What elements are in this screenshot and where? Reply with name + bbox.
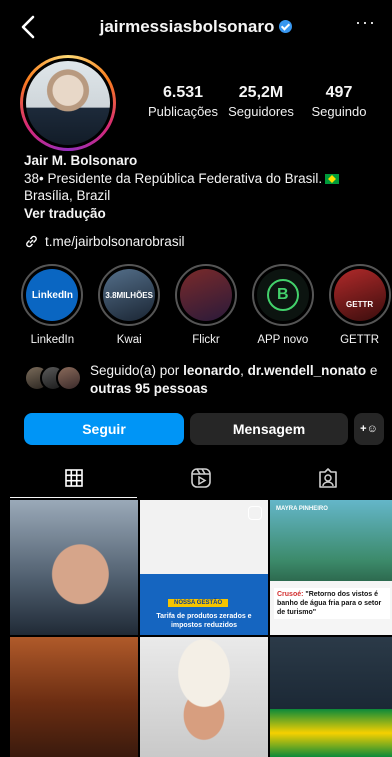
post-thumbnail[interactable] [10,500,138,635]
highlight-kwai[interactable]: 3.8MILHÕES Kwai [97,264,162,346]
username-text: jairmessiasbolsonaro [99,17,275,36]
suggest-users-button[interactable]: +☺ [354,413,384,445]
stat-value: 497 [325,84,353,101]
highlight-gettr[interactable]: GETTR GETTR [327,264,392,346]
post-caption-source: Crusoé: [277,591,304,598]
bio-line-1: 38• Presidente da República Federativa d… [24,170,323,186]
profile-tabs [10,458,392,498]
tab-posts[interactable] [10,458,138,498]
stat-followers[interactable]: 25,2M Seguidores [223,84,299,119]
stat-following[interactable]: 497 Seguindo [301,84,377,119]
follow-button[interactable]: Seguir [24,413,184,445]
post-tag: NOSSA GESTÃO [168,599,229,607]
post-thumbnail[interactable]: NOSSA GESTÃO Tarifa de produtos zerados … [140,500,268,635]
tab-reels[interactable] [137,458,264,498]
story-highlights: LinkedIn LinkedIn 3.8MILHÕES Kwai Flickr… [20,264,392,346]
mutual-others: outras 95 pessoas [90,380,208,396]
see-translation-link[interactable]: Ver tradução [24,205,384,223]
app-logo-letter: B [266,279,299,311]
mutual-user-2: dr.wendell_nonato [247,363,367,378]
kwai-thumbnail: 3.8MILHÕES [103,269,156,321]
post-logo: MAYRA PINHEIRO [276,506,328,512]
post-caption: Crusoé: "Retorno dos vistos é banho de á… [274,588,390,619]
grid-icon [64,469,83,487]
bio: Jair M. Bolsonaro 38• Presidente da Repú… [24,152,384,222]
location: Brasília, Brazil [24,188,111,203]
add-user-icon: +☺ [360,423,378,435]
bio-line: 38• Presidente da República Federativa d… [24,170,384,188]
flickr-thumbnail [179,269,232,321]
reel-icon [248,506,262,520]
more-options-icon[interactable]: ··· [355,12,376,33]
highlight-label: Kwai [116,334,142,346]
verified-badge-icon [279,20,293,33]
followed-by[interactable]: Seguido(a) por leonardo, dr.wendell_nona… [24,362,384,397]
highlight-label: LinkedIn [30,334,75,346]
followed-prefix: Seguido(a) por [90,363,180,378]
post-thumbnail[interactable] [140,637,268,757]
top-bar: jairmessiasbolsonaro ··· [0,0,392,52]
message-button[interactable]: Mensagem [190,413,348,445]
stat-label: Publicações [147,104,219,119]
bio-link[interactable]: t.me/jairbolsonarobrasil [24,234,185,249]
link-icon [26,235,37,248]
stat-posts[interactable]: 6.531 Publicações [145,84,221,119]
profile-stats: 6.531 Publicações 25,2M Seguidores 497 S… [145,84,377,119]
story-ring[interactable] [20,55,116,151]
bio-link-text: t.me/jairbolsonarobrasil [45,234,185,249]
stat-value: 25,2M [238,84,284,101]
brazil-flag-icon [325,173,340,184]
followed-suffix: e [369,363,378,378]
post-thumbnail[interactable] [270,637,392,757]
posts-grid: NOSSA GESTÃO Tarifa de produtos zerados … [10,500,392,757]
highlight-flickr[interactable]: Flickr [174,264,239,346]
stat-value: 6.531 [162,84,204,101]
linkedin-thumbnail: LinkedIn [26,269,79,321]
highlight-label: GETTR [340,334,380,346]
mutual-avatars [24,365,90,393]
avatar [56,365,82,391]
highlight-app-novo[interactable]: B APP novo [250,264,315,346]
highlight-label: APP novo [257,334,309,346]
display-name: Jair M. Bolsonaro [24,153,138,168]
reels-icon [191,468,211,488]
mutual-user-1: leonardo [183,363,241,378]
stat-label: Seguidores [228,104,294,119]
tagged-icon [319,468,338,488]
post-thumbnail[interactable] [10,637,138,757]
avatar [26,61,110,145]
tab-tagged[interactable] [265,458,392,498]
gettr-thumbnail: GETTR [333,269,386,321]
post-thumbnail[interactable]: MAYRA PINHEIRO Crusoé: "Retorno dos vist… [270,500,392,635]
stat-label: Seguindo [311,104,367,119]
app-thumbnail: B [256,269,309,321]
highlight-linkedin[interactable]: LinkedIn LinkedIn [20,264,85,346]
followed-by-text: Seguido(a) por leonardo, dr.wendell_nona… [90,363,378,396]
post-caption: Tarifa de produtos zerados e impostos re… [156,613,252,629]
profile-username: jairmessiasbolsonaro [0,17,392,37]
highlight-label: Flickr [192,334,220,346]
profile-screen: jairmessiasbolsonaro ··· 6.531 Publicaçõ… [0,0,392,757]
